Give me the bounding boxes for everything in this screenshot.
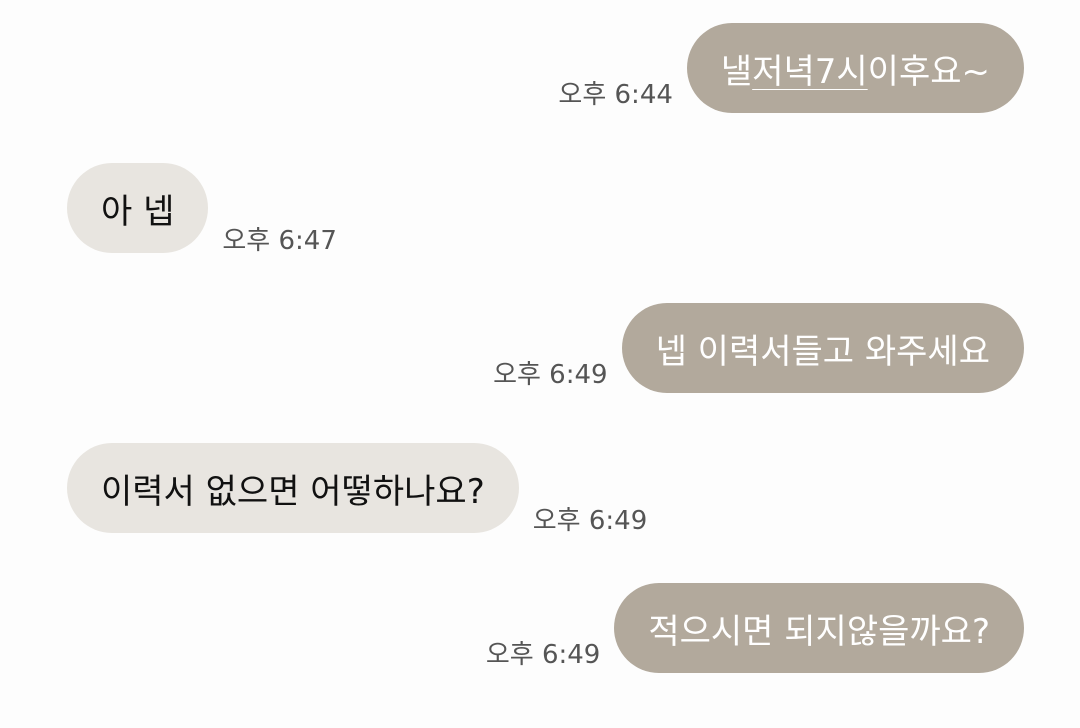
message-timestamp: 오후 6:44 — [558, 80, 673, 110]
message-timestamp: 오후 6:47 — [222, 226, 337, 256]
message-incoming: 아 넵 오후 6:47 — [67, 163, 337, 256]
message-bubble[interactable]: 이력서 없으면 어떻하나요? — [67, 443, 519, 533]
message-bubble[interactable]: 아 넵 — [67, 163, 209, 253]
chat-thread: 오후 6:44 낼 저녁7시 이후요~ 아 넵 오후 6:47 오후 6:49 넵 … — [0, 0, 1080, 728]
message-incoming: 이력서 없으면 어떻하나요? 오후 6:49 — [67, 443, 647, 536]
message-text: 이후요~ — [867, 51, 990, 92]
message-bubble[interactable]: 낼 저녁7시 이후요~ — [686, 23, 1024, 113]
message-bubble[interactable]: 넵 이력서들고 와주세요 — [621, 303, 1024, 393]
message-timestamp: 오후 6:49 — [493, 360, 608, 390]
message-text: 낼 — [720, 51, 753, 92]
message-link-text[interactable]: 저녁7시 — [752, 44, 867, 93]
message-timestamp: 오후 6:49 — [532, 506, 648, 536]
message-outgoing: 오후 6:44 낼 저녁7시 이후요~ — [558, 23, 1024, 113]
message-text: 이력서 없으면 어떻하나요? — [101, 471, 485, 512]
message-text: 넵 이력서들고 와주세요 — [655, 331, 990, 372]
message-outgoing: 오후 6:49 적으시면 되지않을까요? — [486, 583, 1024, 673]
message-bubble[interactable]: 적으시면 되지않을까요? — [614, 583, 1024, 673]
message-text: 적으시면 되지않을까요? — [648, 611, 990, 652]
message-text: 아 넵 — [101, 191, 175, 232]
message-timestamp: 오후 6:49 — [485, 640, 601, 670]
message-outgoing: 오후 6:49 넵 이력서들고 와주세요 — [493, 303, 1024, 393]
